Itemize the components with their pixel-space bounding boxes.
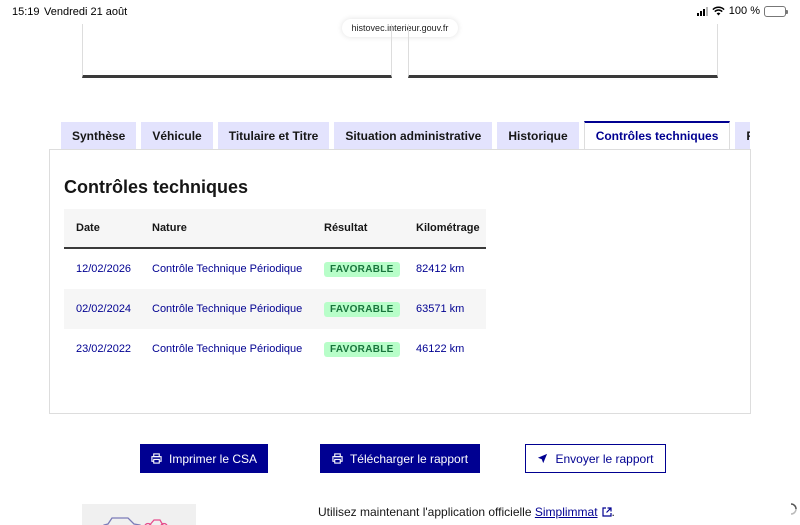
printer-icon [332,453,343,464]
promo-text: Utilisez maintenant l'application offici… [318,505,615,520]
battery-percentage: 100 % [728,5,760,17]
tab-rapport[interactable]: Rap [735,122,750,150]
tab-synthese[interactable]: Synthèse [61,122,137,150]
row-km: 63571 km [416,303,465,315]
signal-icon [696,6,708,16]
panel-title: Contrôles techniques [64,177,249,197]
battery-icon [764,5,788,17]
external-link-icon [601,506,612,520]
row-date: 23/02/2022 [76,343,132,355]
download-report-label: Télécharger le rapport [349,451,469,466]
simplimmat-link-label: Simplimmat [534,505,598,519]
result-badge: FAVORABLE [324,301,400,317]
row-date: 12/02/2026 [76,263,132,275]
status-indicators: 100 % [696,5,788,17]
loading-spinner-icon [785,502,797,515]
row-date: 02/02/2024 [76,303,132,315]
tab-bar: Synthèse Véhicule Titulaire et Titre Sit… [61,121,750,150]
wifi-icon [712,6,725,16]
promo-text-before: Utilisez maintenant l'application offici… [318,505,532,519]
vehicles-illustration [82,504,196,525]
printer-icon [151,453,162,464]
summary-card-right [408,24,718,78]
send-arrow-icon [537,453,548,464]
row-result: FAVORABLE [324,329,400,369]
controles-table: Date Nature Résultat Kilométrage 12/02/2… [64,209,486,369]
header-date: Date [76,222,100,234]
row-nature: Contrôle Technique Périodique [152,343,303,355]
result-badge: FAVORABLE [324,341,400,357]
header-result: Résultat [324,222,368,234]
table-row: 02/02/2024 Contrôle Technique Périodique… [64,289,486,329]
tab-situation-administrative[interactable]: Situation administrative [334,122,493,150]
table-header: Date Nature Résultat Kilométrage [64,209,486,249]
table-row: 12/02/2026 Contrôle Technique Périodique… [64,249,486,289]
header-km: Kilométrage [416,222,480,234]
print-csa-label: Imprimer le CSA [168,451,257,466]
tab-historique[interactable]: Historique [497,122,579,150]
table-row: 23/02/2022 Contrôle Technique Périodique… [64,329,486,369]
tab-panel-controles-techniques: Contrôles techniques Date Nature Résulta… [49,149,751,414]
send-report-label: Envoyer le rapport [555,451,654,466]
download-report-button[interactable]: Télécharger le rapport [320,444,480,473]
status-date: Vendredi 21 août [44,6,128,18]
tab-vehicule[interactable]: Véhicule [141,122,213,150]
result-badge: FAVORABLE [324,261,400,277]
row-km: 46122 km [416,343,465,355]
summary-card-left [82,24,392,78]
promo-text-after: . [611,505,615,519]
simplimmat-link[interactable]: Simplimmat [535,505,612,519]
tab-titulaire-et-titre[interactable]: Titulaire et Titre [217,122,330,150]
row-km: 82412 km [416,263,465,275]
row-result: FAVORABLE [324,249,400,289]
row-nature: Contrôle Technique Périodique [152,303,303,315]
row-nature: Contrôle Technique Périodique [152,263,303,275]
print-csa-button[interactable]: Imprimer le CSA [140,444,268,473]
status-time: 15:19 [12,6,40,18]
row-result: FAVORABLE [324,289,400,329]
header-nature: Nature [152,222,187,234]
tab-controles-techniques[interactable]: Contrôles techniques [583,121,731,150]
send-report-button[interactable]: Envoyer le rapport [525,444,666,473]
